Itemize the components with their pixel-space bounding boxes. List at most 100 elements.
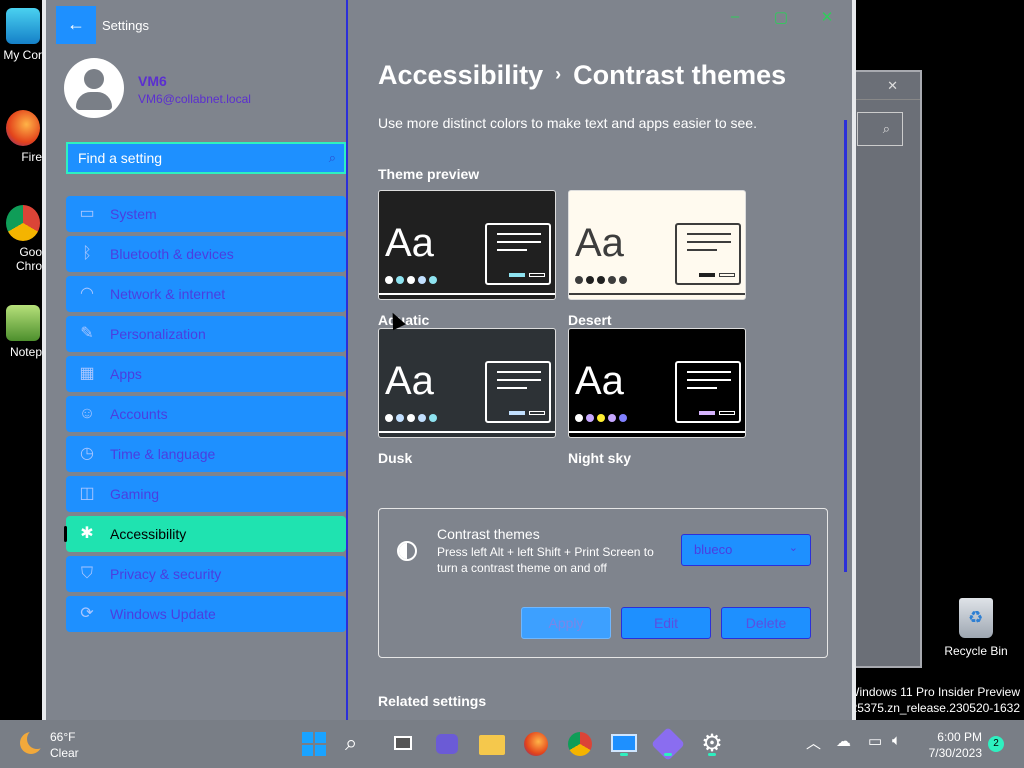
sidebar: VM6 VM6@collabnet.local Find a setting ⌕… [46,0,348,720]
brush-icon: ✎ [80,325,94,342]
recycle-bin-desktop-icon[interactable]: Recycle Bin [940,598,1012,658]
avatar[interactable] [64,58,124,118]
theme-name: Aquatic [378,312,430,328]
moon-icon [20,729,47,754]
scrollbar[interactable] [844,120,847,572]
related-settings-heading: Related settings [378,693,487,709]
theme-option-aquatic[interactable]: Aa Aquatic [378,190,556,328]
search-taskbar-button[interactable]: ⌕ [345,730,373,758]
search-icon: ⌕ [345,730,358,755]
task-view-button[interactable] [390,730,418,758]
firefox-icon [524,732,548,756]
sidebar-item-time-language[interactable]: ◷ Time & language [66,436,346,472]
notepad-desktop-icon[interactable]: Notep [0,305,46,359]
background-window[interactable]: ✕ ⌕ [855,70,922,668]
chrome-button[interactable] [566,730,594,758]
remote-desktop-button[interactable] [610,730,638,758]
sidebar-item-accessibility[interactable]: ✱ Accessibility [64,516,346,552]
task-view-icon [394,736,412,750]
sidebar-item-network-internet[interactable]: ◠ Network & internet [66,276,346,312]
page-title: Contrast themes [573,60,787,90]
user-name: VM6 [138,73,167,89]
sidebar-item-accounts[interactable]: ☺ Accounts [66,396,346,432]
bluetooth-icon: ᛒ [82,245,92,262]
clock[interactable]: 6:00 PM 7/30/2023 [918,729,982,761]
sample-text-glyph: Aa [385,359,434,403]
sidebar-item-gaming[interactable]: ◫ Gaming [66,476,346,512]
sidebar-item-privacy-security[interactable]: ⛉ Privacy & security [66,556,346,592]
clock-time: 6:00 PM [937,730,982,744]
start-button[interactable] [300,730,328,758]
theme-preview-card[interactable]: Aa [568,190,746,300]
remote-desktop-icon [611,734,637,752]
sample-text-glyph: Aa [385,221,434,265]
chevron-down-icon: ⌄ [788,542,798,554]
sample-text-glyph: Aa [575,359,624,403]
sidebar-item-windows-update[interactable]: ⟳ Windows Update [66,596,346,632]
sidebar-item-apps[interactable]: ▦ Apps [66,356,346,392]
wifi-icon: ◠ [80,285,94,302]
accessibility-icon: ✱ [80,525,94,542]
cloud-offline-icon[interactable]: ☁ [836,732,851,750]
settings-window: ← Settings – ▢ ✕ VM6 VM6@collabnet.local… [42,0,856,720]
sidebar-item-label: Network & internet [110,286,226,302]
sidebar-item-label: Apps [110,366,142,382]
sidebar-item-label: Privacy & security [110,566,222,582]
weather-widget[interactable]: 66°F Clear [18,728,108,760]
delete-button[interactable]: Delete [721,607,811,639]
clock-date: 7/30/2023 [928,746,982,760]
theme-option-night-sky[interactable]: Aa Night sky [568,328,746,466]
search-icon: ⌕ [328,150,336,165]
sidebar-item-label: Gaming [110,486,160,502]
shield-icon: ⛉ [80,565,93,582]
chevron-up-icon[interactable]: ︿ [806,732,821,753]
theme-preview-card[interactable]: Aa [378,190,556,300]
windows-logo-icon [302,732,326,756]
teams-button[interactable] [434,730,462,758]
file-explorer-button[interactable] [478,730,506,758]
network-icon[interactable]: ▭ [868,732,882,750]
theme-option-dusk[interactable]: Aa Dusk [378,328,556,466]
sidebar-item-bluetooth-devices[interactable]: ᛒ Bluetooth & devices [66,236,346,272]
theme-preview-card[interactable]: Aa [568,328,746,438]
theme-name: Desert [568,312,612,328]
theme-select[interactable]: blueco ⌄ [681,534,811,566]
contrast-themes-label: Contrast themes [437,526,540,542]
weather-condition: Clear [50,746,79,760]
this-pc-desktop-icon[interactable]: My Cor [0,8,46,62]
theme-preview-card[interactable]: Aa [378,328,556,438]
folder-icon [479,735,505,755]
theme-option-desert[interactable]: Aa Desert [568,190,746,328]
sidebar-item-label: Windows Update [110,606,216,622]
sidebar-item-system[interactable]: ▭ System [66,196,346,232]
sidebar-item-label: Accessibility [110,526,187,542]
search-placeholder: Find a setting [78,150,163,166]
edit-button[interactable]: Edit [621,607,711,639]
chevron-right-icon: › [555,64,562,84]
sidebar-item-label: Time & language [110,446,216,462]
search-icon[interactable]: ⌕ [857,112,903,146]
volume-icon[interactable]: 🔈︎ [892,732,901,749]
app-button[interactable] [651,727,685,761]
firefox-desktop-icon[interactable]: Fire [0,110,46,164]
contrast-theme-panel: Contrast themes Press left Alt + left Sh… [378,508,828,658]
breadcrumb: Accessibility › Contrast themes [378,60,786,91]
sidebar-item-personalization[interactable]: ✎ Personalization [66,316,346,352]
notification-badge[interactable]: 2 [988,736,1004,752]
apply-button[interactable]: Apply [521,607,611,639]
display-icon: ▭ [79,205,95,222]
chrome-desktop-icon[interactable]: Goo Chro [0,205,46,273]
firefox-button[interactable] [522,730,550,758]
globe-clock-icon: ◷ [80,445,94,462]
theme-select-value: blueco [694,542,733,557]
close-icon[interactable]: ✕ [855,72,920,100]
taskbar: 66°F Clear ⌕ ⚙ ︿ ☁ ▭ 🔈︎ 6:00 PM 7/30/202… [0,720,1024,768]
breadcrumb-parent[interactable]: Accessibility [378,60,543,90]
settings-taskbar-button[interactable]: ⚙ [698,730,726,758]
main-content: Accessibility › Contrast themes Use more d… [350,0,852,720]
gamepad-icon: ◫ [79,485,95,502]
weather-temperature: 66°F [50,730,76,744]
theme-preview-heading: Theme preview [378,166,480,182]
sidebar-item-label: System [110,206,157,222]
search-input[interactable]: Find a setting ⌕ [66,142,346,174]
